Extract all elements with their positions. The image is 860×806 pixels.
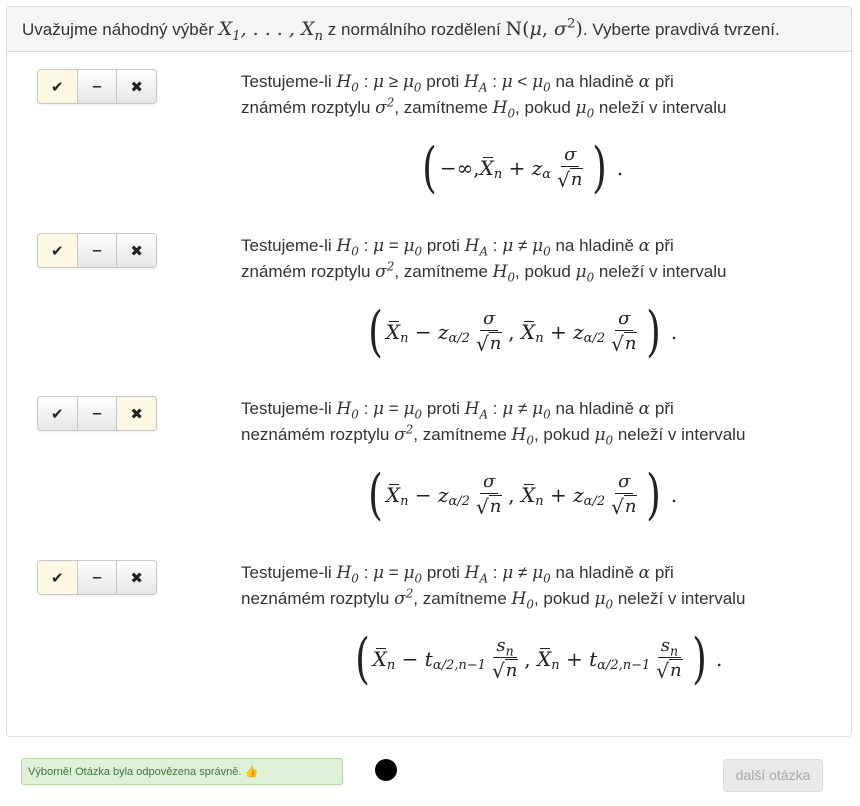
answer-buttons: ✔ ‒ ✖	[37, 396, 157, 431]
question-math-sample: X1, . . . , Xn	[218, 18, 324, 44]
answer-buttons: ✔ ‒ ✖	[37, 69, 157, 104]
question-panel: Uvažujme náhodný výběr X1, . . . , Xn z …	[6, 6, 852, 737]
answer-false-button[interactable]: ✖	[117, 234, 156, 267]
answer-neutral-button[interactable]: ‒	[77, 234, 118, 267]
answer-true-button[interactable]: ✔	[38, 70, 78, 103]
option-formula: (Xn − z α/2 σ √ n, Xn + z α/2 σ √ n ) .	[367, 300, 678, 363]
feedback-text: Výborně! Otázka byla odpovězena správně.	[28, 766, 242, 778]
question-math-distribution: N(μ, σ2)	[505, 16, 583, 40]
progress-dot-icon	[375, 759, 397, 781]
answer-neutral-button[interactable]: ‒	[77, 561, 118, 594]
answer-true-button[interactable]: ✔	[38, 397, 78, 430]
answer-neutral-button[interactable]: ‒	[77, 70, 118, 103]
thumbs-up-icon: 👍	[244, 766, 259, 778]
next-question-button[interactable]: další otázka	[723, 759, 823, 792]
question-suffix: . Vyberte pravdivá tvrzení.	[582, 20, 780, 39]
answer-buttons: ✔ ‒ ✖	[37, 560, 157, 595]
question-heading: Uvažujme náhodný výběr X1, . . . , Xn z …	[7, 7, 851, 52]
option-text: Testujeme-li H0 : μ = μ0 proti HA : μ ≠ …	[241, 399, 746, 448]
option-formula: (Xn − t α/2,n−1 sn √ n, Xn + t α/2,n−1 sn √ n …	[354, 627, 723, 690]
feedback-alert: Výborně! Otázka byla odpovězena správně.…	[21, 758, 343, 785]
option-formula: (Xn − z α/2 σ √ n, Xn + z α/2 σ √ n ) .	[367, 463, 678, 526]
option-text: Testujeme-li H0 : μ = μ0 proti HA : μ ≠ …	[241, 236, 727, 285]
option-formula: (−∞, Xn + zα σ √ n ) .	[421, 136, 624, 199]
answer-false-button[interactable]: ✖	[117, 561, 156, 594]
answer-true-button[interactable]: ✔	[38, 561, 78, 594]
answer-false-button[interactable]: ✖	[117, 397, 156, 430]
question-prefix: Uvažujme náhodný výběr	[22, 20, 214, 39]
option-text: Testujeme-li H0 : μ = μ0 proti HA : μ ≠ …	[241, 563, 746, 612]
answer-false-button[interactable]: ✖	[117, 70, 156, 103]
answer-neutral-button[interactable]: ‒	[77, 397, 118, 430]
answer-true-button[interactable]: ✔	[38, 234, 78, 267]
question-middle: z normálního rozdělení	[327, 20, 501, 39]
option-text: Testujeme-li H0 : μ ≥ μ0 proti HA : μ < …	[241, 72, 727, 121]
answer-buttons: ✔ ‒ ✖	[37, 233, 157, 268]
